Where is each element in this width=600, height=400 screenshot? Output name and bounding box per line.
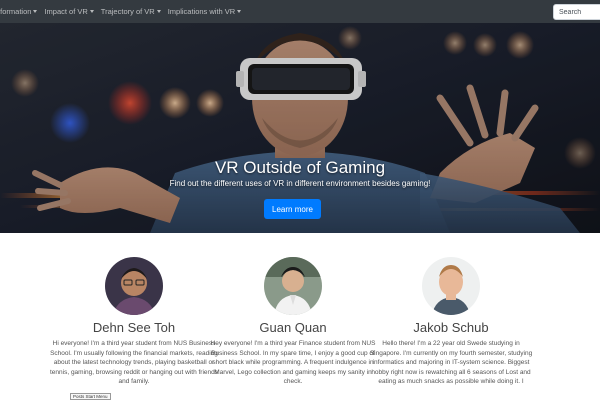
member-name: Jakob Schub (413, 320, 489, 335)
nav-item-impact-of-vr[interactable]: Impact of VR (44, 7, 94, 16)
avatar (105, 257, 163, 315)
nav-item-implications-with-vr[interactable]: Implications with VR (168, 7, 242, 16)
avatar (264, 257, 322, 315)
nav-item-label: nformation (0, 7, 32, 16)
member-bio: Hello there! I'm a 22 year old Swede stu… (369, 340, 533, 386)
top-navbar: nformation Impact of VR Trajectory of VR… (0, 0, 600, 23)
caret-down-icon (237, 10, 242, 13)
team-section: Dehn See Toh Hi everyone! I'm a third ye… (0, 233, 600, 400)
search-input[interactable] (553, 4, 600, 20)
caret-down-icon (33, 10, 38, 13)
member-name: Dehn See Toh (92, 320, 176, 335)
member-bio: Hi everyone! I'm a third year student fr… (49, 340, 218, 386)
member-name: Guan Quan (259, 320, 327, 335)
nav-item-trajectory-of-vr[interactable]: Trajectory of VR (101, 7, 161, 16)
avatar (422, 257, 480, 315)
tooltip: Posts Start Menu (70, 393, 111, 400)
member-bio: Hey everyone! I'm a third year Finance s… (210, 340, 376, 386)
nav-item-label: Implications with VR (167, 7, 236, 16)
caret-down-icon (89, 10, 94, 13)
nav-item-information[interactable]: nformation (0, 7, 38, 16)
hero-title: VR Outside of Gaming (214, 158, 386, 177)
caret-down-icon (156, 10, 161, 13)
hero-subtitle: Find out the different uses of VR in dif… (169, 179, 431, 188)
nav-item-label: Impact of VR (44, 7, 88, 16)
avatar-image (264, 257, 322, 315)
nav-menu: nformation Impact of VR Trajectory of VR… (0, 0, 248, 23)
team-member-card: Jakob Schub Hello there! I'm a 22 year o… (366, 257, 536, 387)
nav-item-label: Trajectory of VR (100, 7, 155, 16)
learn-more-button[interactable]: Learn more (264, 199, 321, 219)
team-member-card: Dehn See Toh Hi everyone! I'm a third ye… (49, 257, 219, 387)
avatar-image (105, 257, 163, 315)
avatar-image (422, 257, 480, 315)
team-member-card: Guan Quan Hey everyone! I'm a third year… (208, 257, 378, 387)
hero-carousel: VR Outside of Gaming Find out the differ… (0, 23, 600, 233)
